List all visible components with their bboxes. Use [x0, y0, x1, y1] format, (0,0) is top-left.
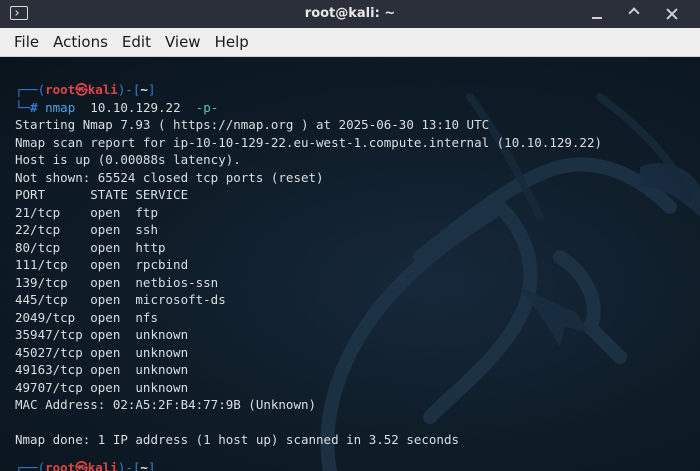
menu-actions[interactable]: Actions [53, 31, 108, 53]
close-icon[interactable] [664, 6, 680, 22]
menu-help[interactable]: Help [215, 31, 249, 53]
prompt-frame-mid: )-[ [117, 460, 141, 471]
prompt-host: kali [87, 460, 118, 471]
port-row: 80/tcp open http [15, 240, 166, 255]
output-line: Not shown: 65524 closed tcp ports (reset… [15, 170, 324, 185]
prompt-frame-end: ] [147, 82, 156, 97]
prompt-at-icon: ㉿ [75, 460, 88, 471]
menu-bar: File Actions Edit View Help [0, 28, 700, 57]
output-line: Nmap scan report for ip-10-10-129-22.eu-… [15, 135, 602, 150]
output-line: Starting Nmap 7.93 ( https://nmap.org ) … [15, 117, 490, 132]
port-row: 111/tcp open rpcbind [15, 257, 189, 272]
maximize-icon[interactable] [627, 6, 643, 22]
minimize-icon[interactable] [589, 6, 605, 22]
port-row: 22/tcp open ssh [15, 222, 158, 237]
prompt-user: root [45, 460, 76, 471]
prompt-frame-end: ] [147, 460, 156, 471]
terminal-window: root@kali: ~ File Actions Edit View Help [0, 0, 700, 471]
command-line: └─# nmap 10.10.129.22 -p- [15, 99, 218, 117]
port-row: 49163/tcp open unknown [15, 362, 189, 377]
mac-address-line: MAC Address: 02:A5:2F:B4:77:9B (Unknown) [15, 397, 317, 412]
prompt-host: kali [87, 82, 118, 97]
prompt-hash: # [30, 100, 38, 115]
menu-view[interactable]: View [165, 31, 201, 53]
port-row: 2049/tcp open nfs [15, 310, 158, 325]
port-row: 21/tcp open ftp [15, 205, 158, 220]
scan-summary-line: Nmap done: 1 IP address (1 host up) scan… [15, 432, 460, 447]
prompt-dir: ~ [140, 460, 148, 471]
command-name: nmap [45, 100, 76, 115]
port-row: 445/tcp open microsoft-ds [15, 292, 226, 307]
prompt-frame: ┌──( [15, 460, 46, 471]
port-row: 49707/tcp open unknown [15, 380, 189, 395]
port-row: 139/tcp open netbios-ssn [15, 275, 219, 290]
prompt-frame-mid: )-[ [117, 82, 141, 97]
command-target: 10.10.129.22 [90, 100, 181, 115]
prompt-frame-bottom: └─ [15, 100, 31, 115]
prompt-dir: ~ [140, 82, 148, 97]
port-row: 45027/tcp open unknown [15, 345, 189, 360]
terminal-output-area[interactable]: ┌──(root㉿kali)-[~] └─# nmap 10.10.129.22… [0, 57, 700, 471]
prompt-line-next: ┌──(root㉿kali)-[~] [15, 459, 155, 471]
title-bar: root@kali: ~ [0, 0, 700, 28]
output-line: Host is up (0.00088s latency). [15, 152, 241, 167]
port-table-header: PORT STATE SERVICE [15, 187, 189, 202]
prompt-line-top: ┌──(root㉿kali)-[~] [15, 81, 155, 99]
prompt-frame: ┌──( [15, 82, 46, 97]
port-row: 35947/tcp open unknown [15, 327, 189, 342]
prompt-user: root [45, 82, 76, 97]
menu-file[interactable]: File [14, 31, 39, 53]
menu-edit[interactable]: Edit [122, 31, 151, 53]
prompt-at-icon: ㉿ [75, 82, 88, 97]
command-flag: -p- [195, 100, 219, 115]
